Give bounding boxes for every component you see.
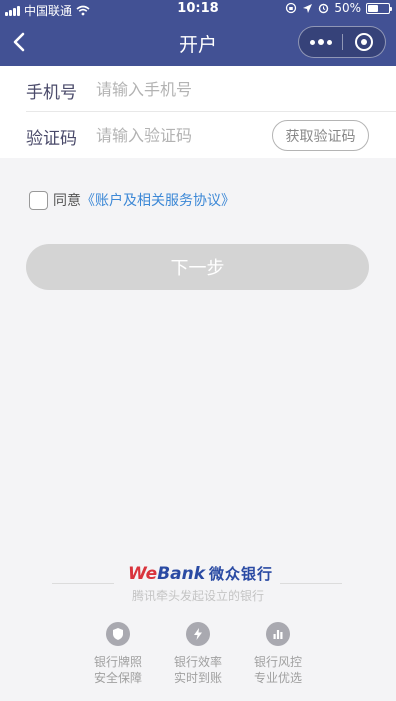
logo-chinese-name: 微众银行 xyxy=(209,565,274,583)
signup-form: 手机号 验证码 获取验证码 xyxy=(0,66,396,158)
nav-bar: 开户 xyxy=(0,18,396,66)
battery-percent: 50% xyxy=(334,1,361,15)
code-row: 验证码 获取验证码 xyxy=(0,112,396,158)
brand-slogan: 腾讯牵头发起设立的银行 xyxy=(131,589,264,603)
orientation-lock-icon xyxy=(286,2,297,14)
shield-icon xyxy=(106,622,130,646)
battery-icon xyxy=(366,2,392,14)
bar-chart-icon xyxy=(266,622,290,646)
lightning-icon xyxy=(186,622,210,646)
phone-label: 手机号 xyxy=(26,83,77,103)
get-code-button[interactable]: 获取验证码 xyxy=(272,120,369,151)
status-right: 50% xyxy=(285,1,392,15)
phone-row: 手机号 xyxy=(0,66,396,112)
more-button[interactable] xyxy=(299,27,343,57)
feature-risk-control: 银行风控 专业优选 xyxy=(238,622,318,686)
feature-title: 银行牌照 xyxy=(93,655,142,669)
location-icon xyxy=(303,3,313,13)
close-circle-icon xyxy=(355,33,373,51)
feature-efficiency: 银行效率 实时到账 xyxy=(158,622,238,686)
code-input[interactable] xyxy=(96,120,266,150)
agreement-row: 同意 《账户及相关服务协议》 xyxy=(29,190,235,210)
webank-logo: WeBank 微众银行 xyxy=(128,563,273,584)
menu-capsule xyxy=(298,26,386,58)
alarm-icon xyxy=(319,3,329,14)
logo-wordmark: WeBank xyxy=(128,564,206,584)
feature-license: 银行牌照 安全保障 xyxy=(78,622,158,686)
footer-divider-right xyxy=(280,583,342,584)
feature-subtitle: 专业优选 xyxy=(253,671,302,685)
footer-divider-left xyxy=(52,583,114,584)
code-label: 验证码 xyxy=(26,129,77,149)
feature-title: 银行风控 xyxy=(253,655,302,669)
feature-title: 银行效率 xyxy=(173,655,222,669)
status-bar: 中国联通 10:18 50% xyxy=(0,0,396,18)
agreement-prefix: 同意 xyxy=(53,193,81,209)
feature-subtitle: 实时到账 xyxy=(173,671,222,685)
more-dots-icon xyxy=(310,39,315,45)
next-step-button[interactable]: 下一步 xyxy=(26,244,369,290)
phone-input[interactable] xyxy=(96,74,266,104)
close-miniprogram-button[interactable] xyxy=(343,27,385,57)
feature-subtitle: 安全保障 xyxy=(93,671,142,685)
agreement-link[interactable]: 《账户及相关服务协议》 xyxy=(81,190,235,210)
agreement-checkbox[interactable] xyxy=(29,190,48,210)
